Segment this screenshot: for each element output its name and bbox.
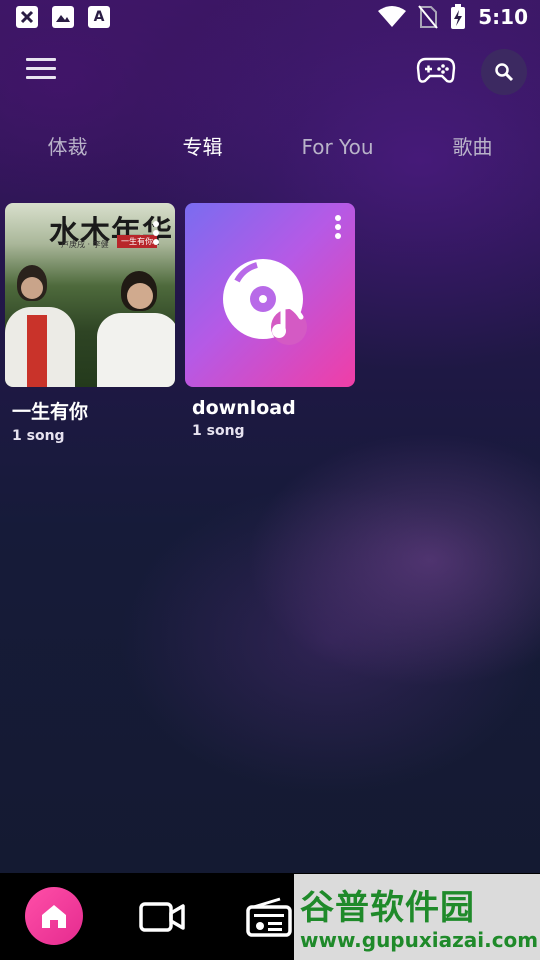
menu-icon-bar [26,76,56,79]
album-more-button[interactable] [151,221,161,249]
album-more-button[interactable] [333,215,343,243]
album-title: 一生有你 [12,401,89,423]
more-dot [153,239,159,245]
watermark-url: www.gupuxiazai.com [300,928,539,952]
album-cover[interactable]: 水木年华 卢庚戌 · 李健 一生有你 [5,203,175,387]
menu-icon-bar [26,67,56,70]
search-button[interactable] [481,49,527,95]
album-song-count: 1 song [12,428,65,444]
search-icon [495,63,514,82]
watermark-title: 谷普软件园 [300,888,475,928]
nav-radio-button[interactable] [246,897,292,941]
cover-person-left-face [21,277,43,299]
category-tabs: 体裁 专辑 For You 歌曲 [0,128,540,168]
tab-songs[interactable]: 歌曲 [405,128,540,166]
album-library-screen: A 5:10 体裁 专辑 For You 歌曲 水木年华 卢庚戌 · 李健 一生… [0,0,540,960]
home-icon [42,905,66,928]
radio-icon [246,897,292,937]
more-dot [335,233,341,239]
font-app-icon: A [88,6,110,28]
music-disc-icon [223,259,307,345]
more-dot [335,224,341,230]
cover-subtitle: 卢庚戌 · 李健 [61,240,109,249]
video-icon [139,902,185,932]
cover-person-right-shirt [97,313,175,387]
watermark-logo: 谷普软件园 www.gupuxiazai.com [294,874,540,960]
tab-for-you[interactable]: For You [270,128,405,166]
no-sim-icon [418,5,439,29]
more-dot [153,221,159,227]
album-card[interactable]: 水木年华 卢庚戌 · 李健 一生有你 一生有你 1 song [5,203,175,444]
notification-blocked-icon [16,6,38,28]
wifi-icon [378,6,407,27]
cover-person-left-shirt [27,315,47,387]
tab-genre[interactable]: 体裁 [0,128,135,166]
menu-icon-bar [26,58,56,61]
nav-home-button[interactable] [25,887,83,945]
status-time: 5:10 [478,5,528,29]
tab-albums[interactable]: 专辑 [135,128,270,166]
cover-person-right-face [127,283,153,309]
album-cover[interactable] [185,203,355,387]
menu-button[interactable] [26,58,58,86]
more-dot [153,230,159,236]
image-icon [52,6,74,28]
album-card[interactable]: download 1 song [185,203,355,439]
album-title: download [192,397,296,419]
more-dot [335,215,341,221]
gamepad-button[interactable] [416,56,460,88]
gamepad-icon [416,57,456,83]
album-song-count: 1 song [192,423,245,439]
battery-charging-icon [451,4,466,29]
nav-video-button[interactable] [139,901,185,937]
status-bar: A 5:10 [0,0,540,36]
